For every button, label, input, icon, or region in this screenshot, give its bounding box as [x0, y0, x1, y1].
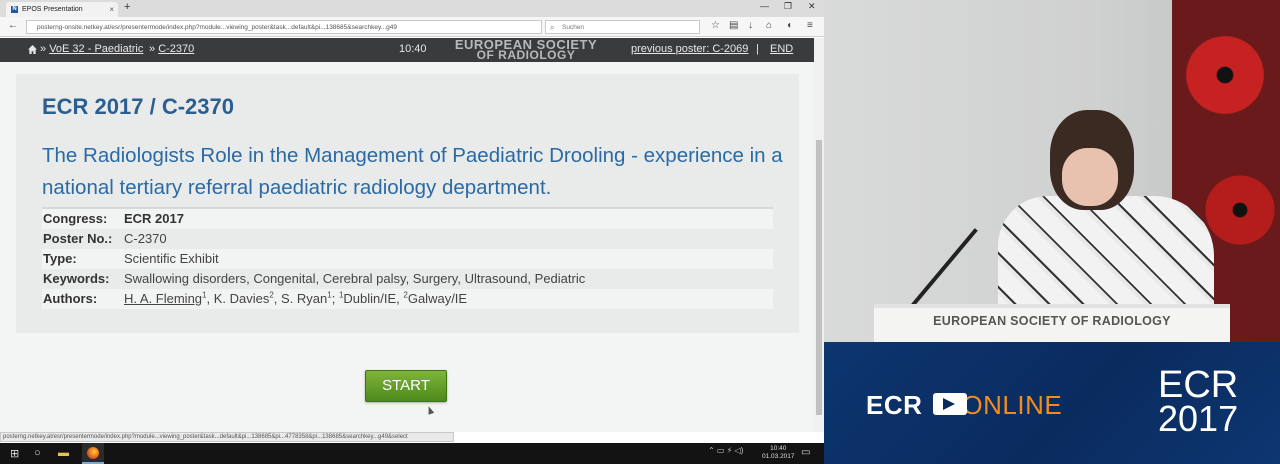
authors-value: H. A. Fleming1, K. Davies2, S. Ryan1; 1D…: [124, 290, 468, 306]
taskbar-clock[interactable]: 10:40 01.03.2017: [762, 445, 795, 461]
speaker-body: [998, 196, 1214, 308]
field-row-keywords: Keywords: Swallowing disorders, Congenit…: [42, 269, 773, 289]
video-camera-icon: [933, 393, 967, 415]
field-row-authors: Authors: H. A. Fleming1, K. Davies2, S. …: [42, 289, 773, 309]
favicon-icon: N: [11, 6, 18, 13]
field-value: Scientific Exhibit: [124, 251, 219, 266]
pocket-icon[interactable]: ◖: [786, 20, 792, 31]
poppy-decoration: [1180, 30, 1270, 120]
download-icon[interactable]: ↓: [748, 20, 753, 31]
ecr-2017-logo: ECR 2017: [1158, 364, 1239, 439]
address-bar[interactable]: posterng-onsite.netkey.at/esr/presenterm…: [26, 20, 542, 34]
breadcrumb-2: » C-2370: [149, 43, 195, 55]
browser-tab-bar: N EPOS Presentation × + — ❐ ✕: [0, 0, 824, 17]
file-explorer-icon[interactable]: ▬: [58, 447, 69, 459]
new-tab-icon[interactable]: +: [124, 1, 130, 13]
presenter-clock: 10:40: [399, 43, 427, 55]
status-url: posterng.netkey.at/esr/presentermode/ind…: [0, 432, 454, 442]
field-label: Keywords:: [43, 271, 110, 286]
notifications-icon[interactable]: ▭: [801, 447, 810, 458]
podium-label: EUROPEAN SOCIETY OF RADIOLOGY: [933, 314, 1171, 328]
field-label: Authors:: [43, 291, 98, 306]
speaker-face: [1062, 148, 1118, 206]
ecr-wordmark: ECR: [866, 390, 923, 420]
breadcrumb: » VoE 32 - Paediatric: [40, 43, 144, 55]
author-link[interactable]: H. A. Fleming: [124, 291, 202, 306]
home-icon[interactable]: [28, 45, 37, 54]
firefox-icon: [87, 447, 99, 459]
start-button[interactable]: START: [365, 370, 447, 402]
online-wordmark: ONLINE: [962, 390, 1063, 420]
field-value: ECR 2017: [124, 211, 184, 226]
browser-nav-bar: ← posterng-onsite.netkey.at/esr/presente…: [0, 17, 824, 37]
windows-start-icon[interactable]: ⊞: [10, 447, 19, 460]
taskbar-date: 01.03.2017: [762, 453, 795, 460]
field-value: Swallowing disorders, Congenital, Cerebr…: [124, 271, 586, 286]
window-close-icon[interactable]: ✕: [808, 1, 816, 12]
presenter-screen: N EPOS Presentation × + — ❐ ✕ ← posterng…: [0, 0, 824, 464]
taskbar-time: 10:40: [770, 445, 787, 452]
back-icon[interactable]: ←: [8, 20, 18, 31]
poster-heading: The Radiologists Role in the Management …: [42, 144, 783, 199]
search-placeholder: Suchen: [562, 24, 585, 31]
esr-logo: EUROPEAN SOCIETY OF RADIOLOGY: [448, 38, 604, 61]
minimize-icon[interactable]: —: [760, 1, 769, 11]
poster-id-title: ECR 2017 / C-2370: [42, 94, 234, 119]
field-row-type: Type: Scientific Exhibit: [42, 249, 773, 269]
firefox-taskbar-button[interactable]: [82, 443, 104, 464]
close-tab-icon[interactable]: ×: [109, 2, 114, 17]
bookmark-star-icon[interactable]: ☆: [711, 20, 720, 31]
poppy-decoration: [1200, 170, 1280, 250]
end-link[interactable]: END: [770, 43, 793, 55]
ecr-year-top: ECR: [1158, 364, 1239, 406]
field-label: Congress:: [43, 211, 108, 226]
field-row-poster-no: Poster No.: C-2370: [42, 229, 773, 249]
home-icon[interactable]: ⌂: [766, 20, 772, 31]
menu-icon[interactable]: ≡: [807, 20, 813, 31]
field-row-congress: Congress: ECR 2017: [42, 209, 773, 229]
library-icon[interactable]: ▤: [729, 20, 738, 31]
tab-title: EPOS Presentation: [22, 6, 83, 13]
field-label: Poster No.:: [43, 231, 113, 246]
previous-poster-link[interactable]: previous poster: C-2069: [631, 43, 748, 55]
ecr-year-bottom: 2017: [1158, 398, 1239, 439]
nav-separator: |: [756, 43, 759, 55]
restore-icon[interactable]: ❐: [784, 1, 792, 12]
search-input[interactable]: ⌕ Suchen: [545, 20, 700, 34]
address-url: posterng-onsite.netkey.at/esr/presenterm…: [37, 24, 398, 31]
field-value: C-2370: [124, 231, 167, 246]
video-frame: N EPOS Presentation × + — ❐ ✕ ← posterng…: [0, 0, 1280, 464]
system-tray[interactable]: ⌃ ▭ ⚡ ◁): [708, 446, 743, 455]
search-icon[interactable]: ○: [34, 447, 41, 459]
scrollbar-thumb[interactable]: [816, 140, 822, 415]
breadcrumb-session-link[interactable]: VoE 32 - Paediatric: [49, 43, 143, 55]
breadcrumb-poster-link[interactable]: C-2370: [158, 43, 194, 55]
taskbar: ⊞ ○ ▬ ⌃ ▭ ⚡ ◁) 10:40 01.03.2017 ▭: [0, 443, 824, 464]
search-icon: ⌕: [550, 23, 555, 32]
field-label: Type:: [43, 251, 77, 266]
presenter-app-bar: » VoE 32 - Paediatric » C-2370 10:40 EUR…: [0, 38, 814, 62]
browser-tab[interactable]: N EPOS Presentation ×: [6, 2, 118, 17]
